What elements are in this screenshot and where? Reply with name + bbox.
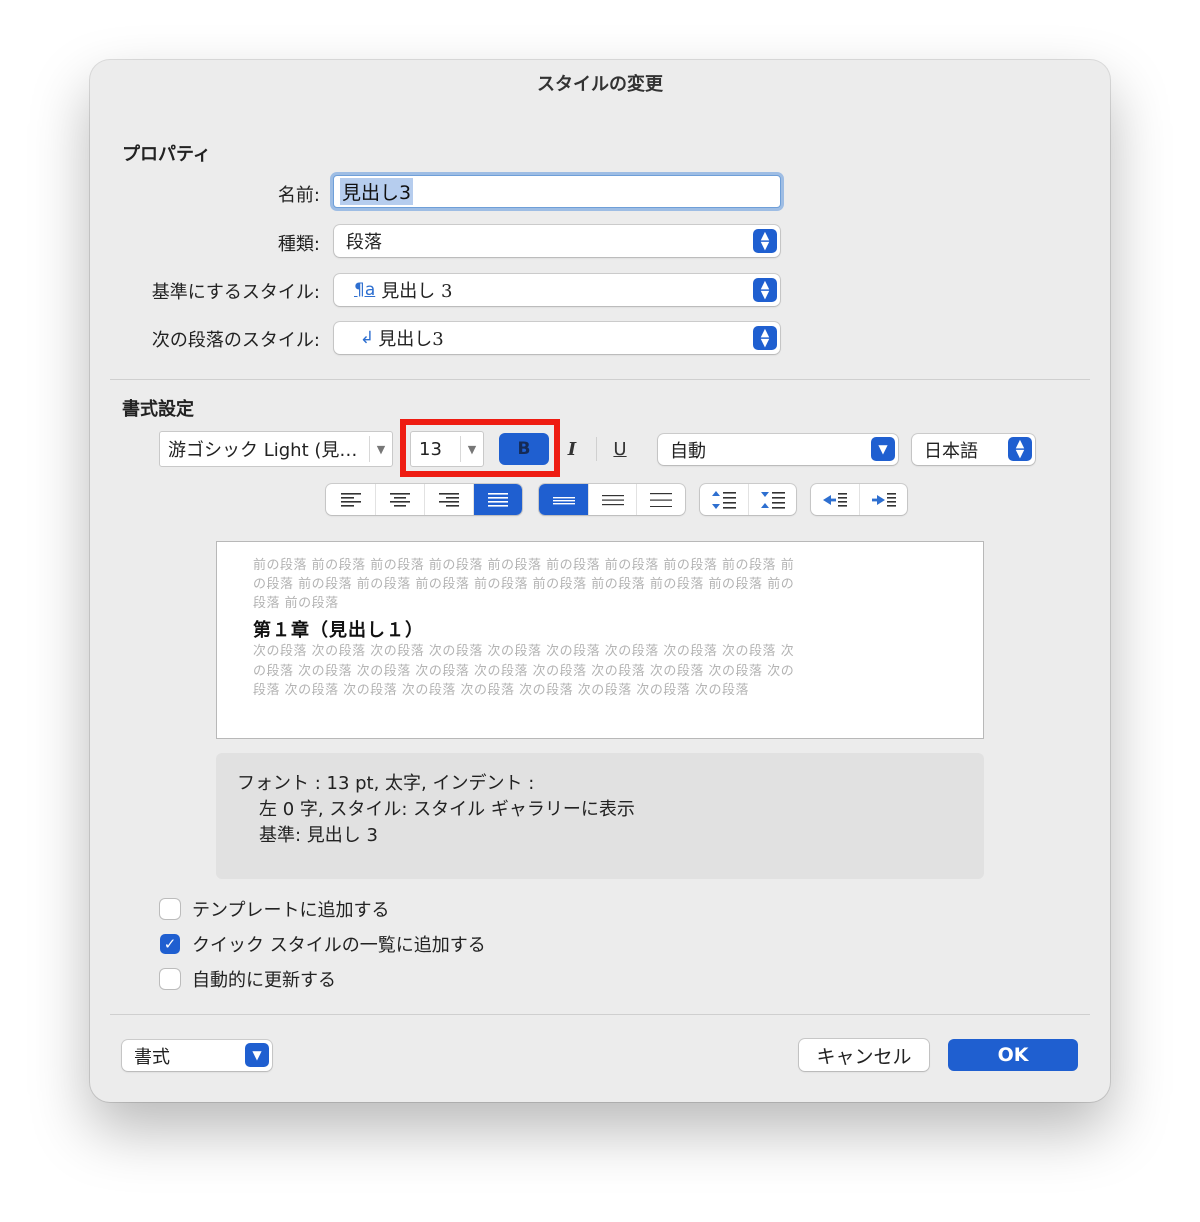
previous-paragraph-line: の段落 前の段落 前の段落 前の段落 前の段落 前の段落 前の段落 前の段落 前… [253,577,795,592]
next-style-label: 次の段落のスタイル: [151,330,320,351]
return-arrow-icon: ↲ [360,328,375,348]
ok-label: OK [997,1044,1029,1066]
line-spacing-double-icon [650,492,672,507]
based-on-popup[interactable]: ¶a 見出し 3 ▲ ▼ [334,274,780,306]
based-on-value: 見出し 3 [381,281,453,302]
name-value: 見出し3 [340,178,414,205]
previous-paragraph-line: 前の段落 前の段落 前の段落 前の段落 前の段落 前の段落 前の段落 前の段落 … [253,558,795,573]
indent-group [811,484,907,515]
updown-chevron-icon: ▲ ▼ [753,278,777,302]
increase-spacing-button[interactable] [748,484,796,515]
description-line: 左 0 字, スタイル: スタイル ギャラリーに表示 [259,799,635,820]
increase-indent-button[interactable] [859,484,907,515]
checkmark-icon: ✓ [163,935,177,953]
type-popup[interactable]: 段落 ▲ ▼ [334,225,780,257]
decrease-indent-button[interactable] [811,484,859,515]
name-label: 名前: [277,185,320,206]
decrease-indent-icon [823,492,847,507]
spacing-decrease-icon [712,490,736,509]
description-line: フォント : 13 pt, 太字, インデント : [237,773,535,794]
decrease-spacing-button[interactable] [700,484,748,515]
title-bar[interactable]: スタイルの変更 [90,60,1110,106]
line-spacing-group [539,484,685,515]
quick-style-checkbox[interactable]: ✓ [160,934,180,954]
type-label: 種類: [277,234,320,255]
based-on-label: 基準にするスタイル: [151,282,320,303]
underline-button[interactable]: U [600,433,640,465]
language-popup[interactable]: 日本語 ▲ ▼ [912,434,1035,465]
italic-icon: I [567,438,577,460]
chevron-down-icon: ▼ [871,437,895,461]
line-spacing-single-button[interactable] [539,484,588,515]
properties-heading: プロパティ [122,144,211,165]
language-value: 日本語 [924,440,978,462]
auto-update-checkbox[interactable] [160,969,180,989]
line-spacing-single-icon [552,496,575,504]
cancel-label: キャンセル [816,1045,912,1068]
align-center-icon [390,492,410,507]
increase-indent-icon [871,492,896,507]
chevron-down-icon: ▼ [245,1043,269,1067]
format-menu-label: 書式 [134,1046,170,1068]
next-style-popup[interactable]: ↲ 見出し3 ▲ ▼ [334,322,780,354]
align-right-button[interactable] [424,484,473,515]
underline-icon: U [613,438,627,460]
line-spacing-onehalf-icon [601,494,624,505]
align-center-button[interactable] [375,484,424,515]
dropdown-arrow-icon[interactable]: ▼ [369,436,392,462]
format-menu-button[interactable]: 書式 ▼ [122,1040,272,1071]
next-style-value: 見出し3 [378,329,444,350]
toolbar-separator [596,437,597,461]
paragraph-spacing-group [700,484,796,515]
ok-button[interactable]: OK [948,1039,1078,1071]
align-justify-icon [488,492,508,507]
section-divider [110,379,1090,380]
modify-style-dialog: スタイルの変更 プロパティ 名前: 見出し3 種類: 段落 ▲ ▼ 基準にするスタ… [90,60,1110,1102]
auto-update-option[interactable]: 自動的に更新する [160,966,336,992]
next-paragraph-line: の段落 次の段落 次の段落 次の段落 次の段落 次の段落 次の段落 次の段落 次… [253,664,795,679]
dialog-title: スタイルの変更 [537,74,663,95]
align-justify-button[interactable] [473,484,522,515]
style-description: フォント : 13 pt, 太字, インデント : 左 0 字, スタイル: ス… [216,753,984,879]
cancel-button[interactable]: キャンセル [799,1039,929,1071]
preview-heading: 第１章（見出し１） [253,620,424,641]
updown-chevron-icon: ▲ ▼ [1008,437,1032,461]
auto-update-label: 自動的に更新する [192,970,336,991]
next-paragraph-line: 次の段落 次の段落 次の段落 次の段落 次の段落 次の段落 次の段落 次の段落 … [253,644,795,659]
quick-style-label: クイック スタイルの一覧に追加する [192,935,486,956]
description-line: 基準: 見出し 3 [259,825,378,846]
align-left-button[interactable] [326,484,375,515]
next-paragraph-line: 段落 次の段落 次の段落 次の段落 次の段落 次の段落 次の段落 次の段落 次の… [253,683,750,698]
line-spacing-onehalf-button[interactable] [588,484,636,515]
formatting-heading: 書式設定 [122,399,194,420]
paragraph-style-icon: ¶a [354,280,376,300]
add-to-template-checkbox[interactable] [160,899,180,919]
align-right-icon [439,492,459,507]
font-color-value: 自動 [670,440,706,462]
footer-divider [110,1014,1090,1015]
type-value: 段落 [346,232,382,253]
font-name-value: 游ゴシック Light (見… [168,440,358,461]
previous-paragraph-line: 段落 前の段落 [253,596,339,611]
annotation-highlight-box [400,419,560,477]
style-preview: 前の段落 前の段落 前の段落 前の段落 前の段落 前の段落 前の段落 前の段落 … [216,541,984,739]
font-color-popup[interactable]: 自動 ▼ [658,434,898,465]
alignment-group [326,484,522,515]
updown-chevron-icon: ▲ ▼ [753,326,777,350]
spacing-increase-icon [760,491,785,509]
quick-style-option[interactable]: ✓ クイック スタイルの一覧に追加する [160,931,486,957]
font-name-combo[interactable]: 游ゴシック Light (見… ▼ [159,431,393,467]
align-left-icon [340,492,361,507]
updown-chevron-icon: ▲ ▼ [753,229,777,253]
line-spacing-double-button[interactable] [636,484,685,515]
add-to-template-option[interactable]: テンプレートに追加する [160,896,389,922]
name-field[interactable]: 見出し3 [333,175,781,208]
add-to-template-label: テンプレートに追加する [192,900,390,921]
